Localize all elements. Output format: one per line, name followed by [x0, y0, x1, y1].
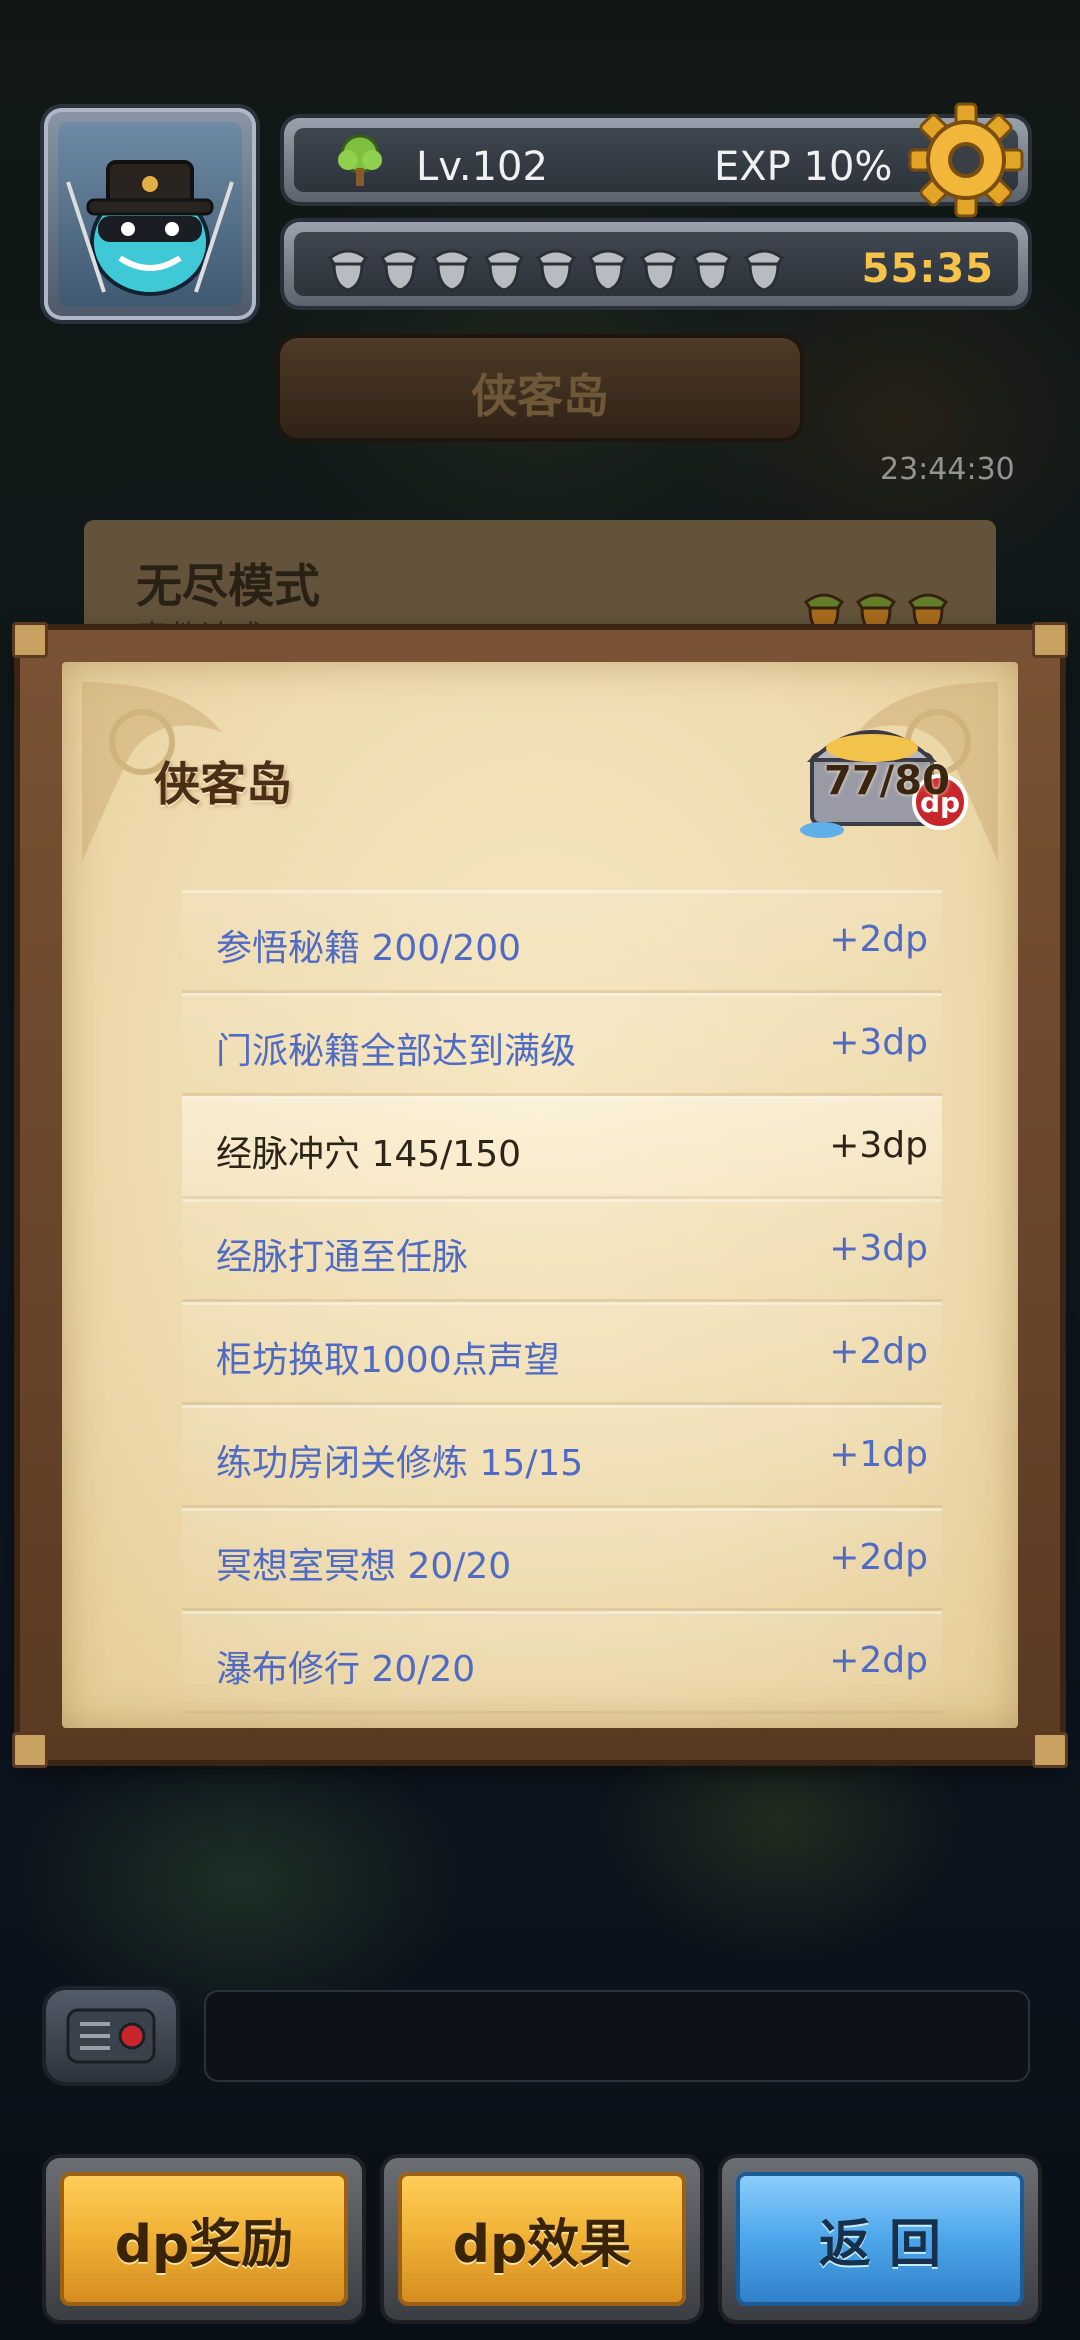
dp-task-row: 经脉打通至任脉 +3dp: [182, 1199, 942, 1302]
task-reward: +2dp: [829, 1537, 928, 1578]
region-banner: 侠客岛: [280, 338, 800, 438]
back-button[interactable]: 返 回: [722, 2158, 1038, 2320]
dp-task-row-incomplete: 经脉冲穴 145/150 +3dp: [182, 1096, 942, 1199]
dialog-title: 侠客岛: [154, 757, 292, 811]
parchment-panel: 侠客岛 dp 77/80 参悟秘籍 200/200 +2dp 门派秘籍全部达到满…: [62, 662, 1018, 1728]
task-reward: +2dp: [829, 919, 928, 960]
task-label: 经脉打通至任脉: [216, 1237, 469, 1278]
task-reward: +2dp: [829, 1331, 928, 1372]
stamina-acorn-icons: [327, 249, 785, 292]
task-label: 经脉冲穴 145/150: [216, 1134, 521, 1175]
task-reward: +3dp: [829, 1125, 928, 1166]
task-label: 参悟秘籍 200/200: [216, 928, 521, 969]
dp-reward-label: dp奖励: [60, 2172, 348, 2306]
dp-effect-label: dp效果: [398, 2172, 686, 2306]
task-label: 柜坊换取1000点声望: [216, 1340, 560, 1381]
dp-reward-button[interactable]: dp奖励: [46, 2158, 362, 2320]
corner-ornament: [12, 1732, 48, 1768]
corner-ornament: [12, 622, 48, 658]
task-reward: +2dp: [829, 1640, 928, 1681]
corner-ornament: [1032, 622, 1068, 658]
dp-task-row: 瀑布修行 20/20 +2dp: [182, 1611, 942, 1714]
exp-text: EXP 10%: [714, 144, 893, 190]
task-reward: +1dp: [829, 1434, 928, 1475]
region-banner-label: 侠客岛: [471, 369, 609, 423]
avatar-character-icon: [66, 160, 234, 296]
tree-icon: [338, 134, 382, 186]
dp-task-list: 参悟秘籍 200/200 +2dp 门派秘籍全部达到满级 +3dp 经脉冲穴 1…: [182, 890, 942, 1714]
dp-task-row: 门派秘籍全部达到满级 +3dp: [182, 993, 942, 1096]
chat-input[interactable]: [204, 1990, 1030, 2082]
dp-count: 77/80: [824, 758, 950, 804]
back-label: 返 回: [736, 2172, 1024, 2306]
event-timer: 23:44:30: [880, 452, 1015, 487]
dp-task-row: 参悟秘籍 200/200 +2dp: [182, 890, 942, 993]
player-avatar[interactable]: [44, 108, 256, 320]
corner-ornament: [1032, 1732, 1068, 1768]
radio-icon: [66, 2008, 156, 2064]
task-label: 冥想室冥想 20/20: [216, 1546, 512, 1587]
settings-gear-icon[interactable]: [908, 102, 1024, 218]
stamina-timer: 55:35: [861, 246, 994, 292]
task-label: 练功房闭关修炼 15/15: [216, 1443, 584, 1484]
chat-button[interactable]: [46, 1990, 176, 2082]
task-reward: +3dp: [829, 1022, 928, 1063]
dp-task-row: 柜坊换取1000点声望 +2dp: [182, 1302, 942, 1405]
dp-dialog: 侠客岛 dp 77/80 参悟秘籍 200/200 +2dp 门派秘籍全部达到满…: [12, 622, 1068, 1768]
stamina-bar[interactable]: 55:35: [284, 222, 1028, 306]
dp-task-row: 冥想室冥想 20/20 +2dp: [182, 1508, 942, 1611]
dp-task-row: 练功房闭关修炼 15/15 +1dp: [182, 1405, 942, 1508]
level-text: Lv.102: [416, 144, 548, 190]
endless-mode-title: 无尽模式: [136, 559, 320, 613]
task-label: 瀑布修行 20/20: [216, 1649, 476, 1690]
task-label: 门派秘籍全部达到满级: [216, 1031, 577, 1072]
dp-effect-button[interactable]: dp效果: [384, 2158, 700, 2320]
task-reward: +3dp: [829, 1228, 928, 1269]
